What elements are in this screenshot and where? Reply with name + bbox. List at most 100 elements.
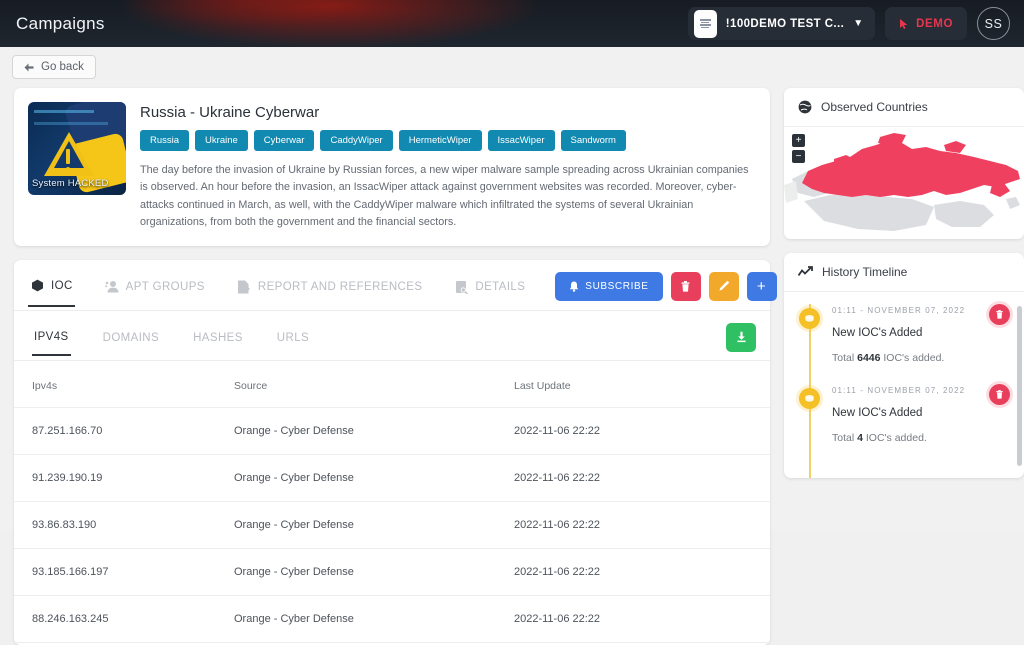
map-svg: [784, 133, 1020, 231]
tag-chip[interactable]: Ukraine: [195, 130, 248, 151]
timeline-entry: 01:11 - NOVEMBER 07, 2022 New IOC's Adde…: [784, 304, 1024, 364]
bell-icon: [570, 281, 579, 292]
coin-icon: [799, 308, 820, 329]
delete-button[interactable]: [670, 271, 701, 301]
observed-countries-header: Observed Countries: [784, 88, 1024, 127]
pencil-icon: [718, 281, 729, 292]
tag-chip[interactable]: Cyberwar: [253, 130, 315, 151]
timeline-scrollbar[interactable]: [1017, 306, 1022, 466]
page-body: Go back System HACKED Russia - Ukraine C…: [0, 47, 1024, 645]
ioc-subtabs: IPV4S DOMAINS HASHES URLS: [14, 311, 770, 361]
system-hacked-warning-image: System HACKED: [28, 102, 126, 195]
demo-badge[interactable]: DEMO: [885, 7, 967, 40]
table-row[interactable]: 87.251.166.70 Orange - Cyber Defense 202…: [14, 407, 770, 455]
history-timeline-header: History Timeline: [784, 253, 1024, 292]
column-header-source: Source: [234, 360, 514, 408]
subtab-ipv4s[interactable]: IPV4S: [32, 327, 71, 356]
edit-button[interactable]: [708, 271, 739, 301]
timeline-total: 6446: [857, 352, 881, 364]
trash-icon: [996, 390, 1003, 399]
timeline-delete-button[interactable]: [989, 304, 1010, 325]
cell-ipv4: 91.239.190.19: [14, 454, 234, 502]
top-bar-right: !100DEMO TEST C... ▼ DEMO SS: [687, 0, 1010, 47]
left-column: System HACKED Russia - Ukraine Cyberwar …: [14, 88, 777, 645]
tag-chip[interactable]: Russia: [140, 130, 190, 151]
subtab-hashes[interactable]: HASHES: [191, 328, 245, 355]
content-columns: System HACKED Russia - Ukraine Cyberwar …: [0, 79, 1024, 645]
cell-source: Orange - Cyber Defense: [234, 407, 514, 455]
timeline-entry: 01:11 - NOVEMBER 07, 2022 New IOC's Adde…: [784, 384, 1024, 444]
demo-label: DEMO: [916, 17, 953, 30]
cell-last-update: 2022-11-06 22:22: [514, 548, 770, 596]
users-icon: [104, 280, 119, 294]
map-zoom-in-button[interactable]: +: [792, 134, 805, 147]
file-check-icon: [237, 280, 251, 294]
subtab-urls[interactable]: URLS: [275, 328, 311, 355]
column-header-last-update: Last Update: [514, 360, 770, 408]
top-bar: Campaigns !100DEMO TEST C... ▼ DEMO SS: [0, 0, 1024, 47]
table-row[interactable]: 93.185.166.197 Orange - Cyber Defense 20…: [14, 548, 770, 596]
timeline-date: 01:11 - NOVEMBER 07, 2022: [832, 386, 966, 395]
observed-countries-title: Observed Countries: [821, 100, 928, 114]
tab-label: APT GROUPS: [125, 280, 205, 293]
avatar[interactable]: SS: [977, 7, 1010, 40]
tag-chip[interactable]: HermeticWiper: [398, 130, 482, 151]
tag-chip[interactable]: IssacWiper: [487, 130, 555, 151]
table-header-row: Ipv4s Source Last Update: [14, 360, 770, 408]
campaign-card: System HACKED Russia - Ukraine Cyberwar …: [14, 88, 770, 246]
timeline-detail-prefix: Total: [832, 432, 858, 444]
go-back-wrap: Go back: [0, 47, 1024, 79]
table-row[interactable]: 88.246.163.245 Orange - Cyber Defense 20…: [14, 595, 770, 643]
globe-icon: [798, 100, 812, 114]
timeline-detail-suffix: IOC's added.: [862, 432, 927, 444]
org-selector[interactable]: !100DEMO TEST C... ▼: [687, 7, 876, 40]
document-logo-icon: [693, 9, 717, 38]
download-icon: [736, 332, 746, 343]
cell-source: Orange - Cyber Defense: [234, 595, 514, 643]
cell-last-update: 2022-11-06 22:22: [514, 595, 770, 643]
cell-source: Orange - Cyber Defense: [234, 501, 514, 549]
campaign-title: Russia - Ukraine Cyberwar: [140, 104, 320, 121]
timeline-list: 01:11 - NOVEMBER 07, 2022 New IOC's Adde…: [784, 292, 1024, 478]
tag-chip[interactable]: Sandworm: [560, 130, 626, 151]
timeline-delete-button[interactable]: [989, 384, 1010, 405]
subtab-domains[interactable]: DOMAINS: [101, 328, 161, 355]
file-search-icon: [454, 280, 468, 294]
tab-report-and-references[interactable]: REPORT AND REFERENCES: [235, 276, 425, 306]
trend-line-icon: [798, 265, 813, 276]
timeline-date: 01:11 - NOVEMBER 07, 2022: [832, 306, 966, 315]
thumbnail-caption: System HACKED: [32, 178, 109, 189]
timeline-title: New IOC's Added: [832, 327, 923, 339]
campaign-description: The day before the invasion of Ukraine b…: [140, 164, 749, 229]
tab-label: REPORT AND REFERENCES: [257, 280, 423, 293]
plus-icon: +: [756, 277, 767, 295]
coin-icon: [799, 388, 820, 409]
cell-last-update: 2022-11-06 22:22: [514, 501, 770, 549]
world-map[interactable]: + −: [784, 127, 1024, 239]
trash-icon: [996, 310, 1003, 319]
download-button[interactable]: [726, 322, 756, 352]
tag-chip[interactable]: CaddyWiper: [320, 130, 393, 151]
page-title: Campaigns: [16, 13, 105, 33]
tab-details[interactable]: DETAILS: [452, 276, 527, 306]
tab-apt-groups[interactable]: APT GROUPS: [103, 276, 207, 306]
tab-ioc[interactable]: IOC: [28, 275, 75, 307]
cell-ipv4: 88.246.163.245: [14, 595, 234, 643]
tab-label: IOC: [51, 279, 73, 292]
timeline-detail-suffix: IOC's added.: [880, 352, 945, 364]
cell-source: Orange - Cyber Defense: [234, 454, 514, 502]
timeline-detail: Total 6446 IOC's added.: [832, 352, 1010, 364]
cell-source: Orange - Cyber Defense: [234, 548, 514, 596]
go-back-button[interactable]: Go back: [12, 55, 96, 79]
table-row[interactable]: 91.239.190.19 Orange - Cyber Defense 202…: [14, 454, 770, 502]
subscribe-button[interactable]: SUBSCRIBE: [555, 271, 663, 301]
timeline-detail: Total 4 IOC's added.: [832, 432, 1010, 444]
table-row[interactable]: 93.86.83.190 Orange - Cyber Defense 2022…: [14, 501, 770, 549]
trash-icon: [681, 280, 690, 292]
hexagon-icon: [30, 279, 44, 293]
ioc-tabbar: IOC APT GROUPS REPORT AND REFERENCES DET…: [14, 260, 777, 311]
cell-last-update: 2022-11-06 22:22: [514, 407, 770, 455]
map-zoom-out-button[interactable]: −: [792, 150, 805, 163]
history-timeline-title: History Timeline: [822, 265, 908, 279]
add-button[interactable]: +: [746, 271, 777, 301]
